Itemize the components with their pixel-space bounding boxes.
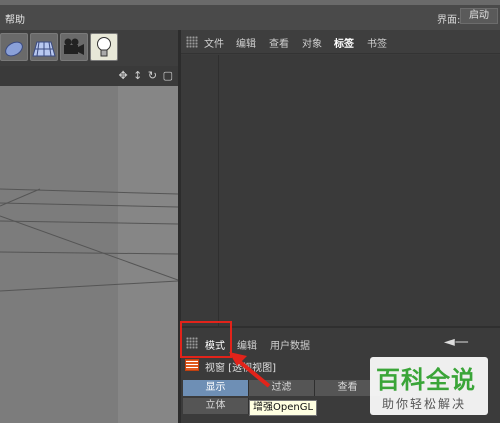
watermark-subtitle: 助你轻松解决: [382, 397, 467, 411]
watermark-title: 百科全说: [376, 366, 476, 394]
om-menu-file[interactable]: 文件: [204, 35, 224, 50]
column-separator: [218, 55, 219, 326]
toolbar: [0, 30, 180, 66]
light-icon[interactable]: [90, 33, 118, 61]
viewport-nav-icons[interactable]: ✥ ↕ ↻ ▢: [118, 69, 174, 82]
layout-select[interactable]: 启动: [460, 8, 498, 24]
om-menu-edit[interactable]: 编辑: [236, 35, 256, 50]
viewport[interactable]: [0, 86, 178, 423]
back-arrow-icon[interactable]: ◄—: [444, 334, 469, 350]
watermark-logo: 百科全说 助你轻松解决: [370, 357, 488, 415]
menu-bar: 帮助 界面: 启动: [0, 0, 500, 30]
viewport-grid: [0, 86, 178, 423]
object-list[interactable]: [181, 55, 500, 326]
om-menu-object[interactable]: 对象: [302, 35, 322, 50]
grip-icon[interactable]: [186, 36, 198, 48]
tab-stereo[interactable]: 立体: [183, 398, 249, 414]
annotation-arrow-icon: [229, 352, 271, 388]
highlight-box: [180, 321, 232, 358]
om-menu-bookmark[interactable]: 书签: [367, 35, 387, 50]
object-manager-menubar: 文件 编辑 查看 对象 标签 书签: [181, 30, 500, 54]
menu-help[interactable]: 帮助: [5, 11, 25, 26]
viewport-icon: [185, 359, 199, 371]
camera-icon[interactable]: [60, 33, 88, 61]
tooltip-enhanced-opengl[interactable]: 增强OpenGL: [249, 400, 318, 416]
layout-label: 界面:: [437, 15, 461, 26]
floor-icon[interactable]: [30, 33, 58, 61]
om-menu-view[interactable]: 查看: [269, 35, 289, 50]
deformer-icon[interactable]: [0, 33, 28, 61]
om-menu-tag[interactable]: 标签: [334, 35, 354, 50]
object-manager: 文件 编辑 查看 对象 标签 书签: [181, 30, 500, 326]
viewport-header: ✥ ↕ ↻ ▢: [0, 66, 178, 86]
